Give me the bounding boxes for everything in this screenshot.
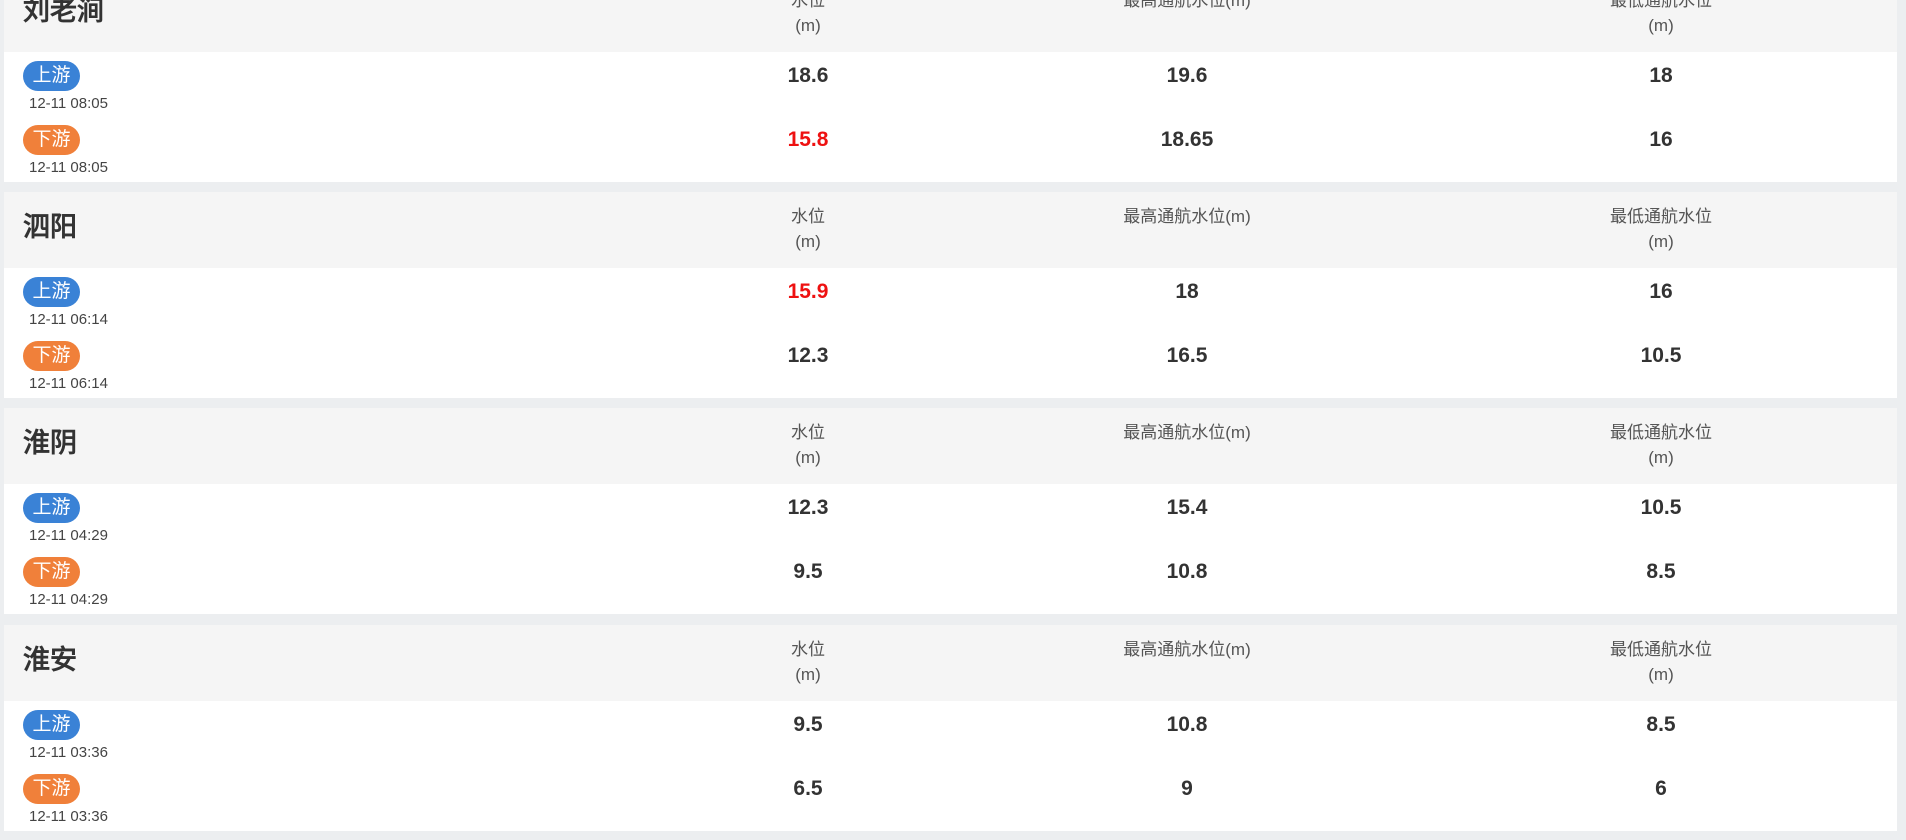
upstream-badge: 上游 <box>23 710 80 740</box>
upstream-water-level: 9.5 <box>793 713 823 736</box>
downstream-max-nav-level: 9 <box>1181 777 1193 800</box>
station-card[interactable]: 刘老涧 水位 (m) 最高通航水位(m) 最低通航水位 (m) 上游 12-11… <box>4 0 1897 182</box>
station-card[interactable]: 泗阳 水位 (m) 最高通航水位(m) 最低通航水位 (m) 上游 12-11 … <box>4 192 1897 398</box>
downstream-time: 12-11 04:29 <box>29 591 108 608</box>
min-nav-unit: (m) <box>1648 448 1674 467</box>
upstream-water-level: 15.9 <box>787 280 829 303</box>
station-header: 淮阴 水位 (m) 最高通航水位(m) 最低通航水位 (m) <box>4 408 1897 484</box>
downstream-row: 下游 12-11 04:29 9.5 10.8 8.5 <box>4 548 1897 612</box>
min-nav-label: 最低通航水位 <box>1610 207 1712 226</box>
water-level-unit: (m) <box>795 448 821 467</box>
downstream-badge: 下游 <box>23 341 80 371</box>
max-nav-header: 最高通航水位(m) <box>1123 420 1250 445</box>
min-nav-unit: (m) <box>1648 16 1674 35</box>
upstream-max-nav-level: 18 <box>1175 280 1199 303</box>
min-nav-unit: (m) <box>1648 665 1674 684</box>
min-nav-header: 最低通航水位 (m) <box>1610 0 1712 38</box>
upstream-row: 上游 12-11 03:36 9.5 10.8 8.5 <box>4 701 1897 765</box>
water-level-unit: (m) <box>795 665 821 684</box>
downstream-max-nav-level: 16.5 <box>1166 344 1208 367</box>
downstream-badge: 下游 <box>23 557 80 587</box>
downstream-water-level: 12.3 <box>787 344 829 367</box>
downstream-time: 12-11 06:14 <box>29 375 108 392</box>
min-nav-header: 最低通航水位 (m) <box>1610 204 1712 254</box>
upstream-min-nav-level: 8.5 <box>1646 713 1676 736</box>
downstream-water-level: 6.5 <box>793 777 823 800</box>
downstream-time: 12-11 03:36 <box>29 808 108 825</box>
station-readings: 上游 12-11 04:29 12.3 15.4 10.5 下游 12-11 0… <box>4 484 1897 614</box>
upstream-time: 12-11 06:14 <box>29 311 108 328</box>
max-nav-header: 最高通航水位(m) <box>1123 637 1250 662</box>
station-card[interactable]: 淮阴 水位 (m) 最高通航水位(m) 最低通航水位 (m) 上游 12-11 … <box>4 408 1897 614</box>
max-nav-header: 最高通航水位(m) <box>1123 0 1250 13</box>
upstream-badge: 上游 <box>23 61 80 91</box>
downstream-min-nav-level: 6 <box>1655 777 1667 800</box>
downstream-min-nav-level: 8.5 <box>1646 560 1676 583</box>
upstream-badge: 上游 <box>23 493 80 523</box>
min-nav-header: 最低通航水位 (m) <box>1610 420 1712 470</box>
downstream-time: 12-11 08:05 <box>29 159 108 176</box>
upstream-row: 上游 12-11 06:14 15.9 18 16 <box>4 268 1897 332</box>
water-level-header: 水位 (m) <box>791 420 825 470</box>
upstream-water-level: 18.6 <box>787 64 829 87</box>
station-header: 泗阳 水位 (m) 最高通航水位(m) 最低通航水位 (m) <box>4 192 1897 268</box>
upstream-time: 12-11 04:29 <box>29 527 108 544</box>
downstream-water-level: 9.5 <box>793 560 823 583</box>
upstream-min-nav-level: 16 <box>1649 280 1673 303</box>
upstream-time: 12-11 08:05 <box>29 95 108 112</box>
station-readings: 上游 12-11 06:14 15.9 18 16 下游 12-11 06:14… <box>4 268 1897 398</box>
station-readings: 上游 12-11 03:36 9.5 10.8 8.5 下游 12-11 03:… <box>4 701 1897 831</box>
water-level-unit: (m) <box>795 16 821 35</box>
downstream-row: 下游 12-11 06:14 12.3 16.5 10.5 <box>4 332 1897 396</box>
upstream-min-nav-level: 18 <box>1649 64 1673 87</box>
max-nav-header: 最高通航水位(m) <box>1123 204 1250 229</box>
max-nav-label: 最高通航水位(m) <box>1123 0 1251 10</box>
water-level-label: 水位 <box>791 0 825 10</box>
max-nav-label: 最高通航水位(m) <box>1123 207 1251 226</box>
upstream-row: 上游 12-11 08:05 18.6 19.6 18 <box>4 52 1897 116</box>
min-nav-header: 最低通航水位 (m) <box>1610 637 1712 687</box>
upstream-max-nav-level: 19.6 <box>1166 64 1208 87</box>
downstream-badge: 下游 <box>23 125 80 155</box>
station-name: 刘老涧 <box>23 0 104 26</box>
max-nav-label: 最高通航水位(m) <box>1123 423 1251 442</box>
upstream-badge: 上游 <box>23 277 80 307</box>
downstream-max-nav-level: 18.65 <box>1160 128 1214 151</box>
station-list: 刘老涧 水位 (m) 最高通航水位(m) 最低通航水位 (m) 上游 12-11… <box>0 0 1906 840</box>
station-header: 淮安 水位 (m) 最高通航水位(m) 最低通航水位 (m) <box>4 625 1897 701</box>
upstream-max-nav-level: 15.4 <box>1166 496 1208 519</box>
station-card[interactable]: 淮安 水位 (m) 最高通航水位(m) 最低通航水位 (m) 上游 12-11 … <box>4 625 1897 831</box>
downstream-badge: 下游 <box>23 774 80 804</box>
station-readings: 上游 12-11 08:05 18.6 19.6 18 下游 12-11 08:… <box>4 52 1897 182</box>
downstream-min-nav-level: 10.5 <box>1640 344 1682 367</box>
downstream-row: 下游 12-11 03:36 6.5 9 6 <box>4 765 1897 829</box>
water-level-label: 水位 <box>791 207 825 226</box>
downstream-max-nav-level: 10.8 <box>1166 560 1208 583</box>
min-nav-label: 最低通航水位 <box>1610 0 1712 10</box>
min-nav-label: 最低通航水位 <box>1610 423 1712 442</box>
max-nav-label: 最高通航水位(m) <box>1123 640 1251 659</box>
downstream-row: 下游 12-11 08:05 15.8 18.65 16 <box>4 116 1897 180</box>
water-level-label: 水位 <box>791 640 825 659</box>
min-nav-label: 最低通航水位 <box>1610 640 1712 659</box>
upstream-min-nav-level: 10.5 <box>1640 496 1682 519</box>
upstream-water-level: 12.3 <box>787 496 829 519</box>
water-level-unit: (m) <box>795 232 821 251</box>
downstream-min-nav-level: 16 <box>1649 128 1673 151</box>
upstream-time: 12-11 03:36 <box>29 744 108 761</box>
station-name: 淮安 <box>23 645 77 675</box>
water-level-header: 水位 (m) <box>791 637 825 687</box>
water-level-label: 水位 <box>791 423 825 442</box>
water-level-header: 水位 (m) <box>791 204 825 254</box>
station-name: 淮阴 <box>23 428 77 458</box>
station-header: 刘老涧 水位 (m) 最高通航水位(m) 最低通航水位 (m) <box>4 0 1897 52</box>
station-name: 泗阳 <box>23 212 77 242</box>
upstream-row: 上游 12-11 04:29 12.3 15.4 10.5 <box>4 484 1897 548</box>
upstream-max-nav-level: 10.8 <box>1166 713 1208 736</box>
downstream-water-level: 15.8 <box>787 128 829 151</box>
water-level-header: 水位 (m) <box>791 0 825 38</box>
min-nav-unit: (m) <box>1648 232 1674 251</box>
